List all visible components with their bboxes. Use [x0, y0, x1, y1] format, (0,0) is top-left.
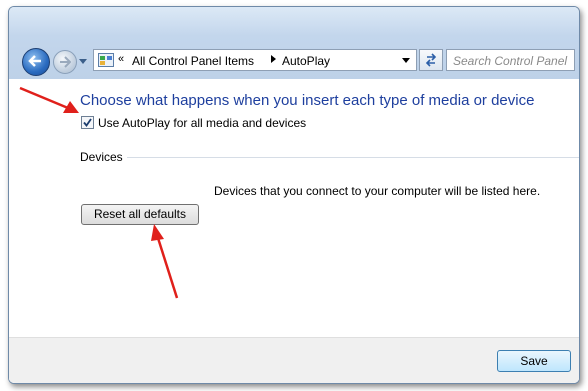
autoplay-checkbox-label: Use AutoPlay for all media and devices	[98, 116, 307, 130]
forward-arrow-icon	[60, 56, 71, 68]
reset-all-defaults-button[interactable]: Reset all defaults	[81, 204, 199, 225]
back-arrow-icon	[28, 55, 41, 67]
breadcrumb-all-control-panel-items[interactable]: All Control Panel Items	[132, 54, 254, 68]
navigation-bar: « All Control Panel Items AutoPlay Searc…	[9, 37, 579, 76]
save-button[interactable]: Save	[497, 350, 571, 372]
breadcrumb-arrow-icon[interactable]	[271, 55, 277, 63]
title-bar: « All Control Panel Items AutoPlay Searc…	[9, 7, 579, 79]
forward-button[interactable]	[53, 50, 77, 74]
autoplay-window: « All Control Panel Items AutoPlay Searc…	[8, 6, 580, 384]
recent-pages-chevron-icon[interactable]	[79, 57, 87, 65]
address-bar[interactable]: « All Control Panel Items AutoPlay	[93, 49, 417, 71]
search-input[interactable]: Search Control Panel	[446, 49, 575, 71]
footer-bar: Save	[9, 337, 579, 383]
section-divider	[127, 157, 579, 158]
autoplay-checkbox[interactable]	[81, 116, 94, 129]
checkmark-icon	[83, 118, 92, 127]
refresh-button[interactable]	[419, 49, 443, 71]
devices-empty-message: Devices that you connect to your compute…	[214, 184, 541, 198]
breadcrumb-overflow[interactable]: «	[118, 53, 124, 65]
page-title: Choose what happens when you insert each…	[80, 92, 535, 109]
main-content: Choose what happens when you insert each…	[9, 79, 579, 383]
control-panel-icon	[98, 53, 114, 67]
search-placeholder: Search Control Panel	[453, 54, 568, 68]
autoplay-checkbox-row[interactable]: Use AutoPlay for all media and devices	[81, 116, 306, 130]
address-dropdown-icon[interactable]	[402, 58, 410, 63]
devices-section-title: Devices	[80, 150, 123, 164]
breadcrumb-autoplay[interactable]: AutoPlay	[282, 54, 330, 68]
back-button[interactable]	[22, 48, 50, 76]
refresh-icon	[425, 53, 437, 67]
